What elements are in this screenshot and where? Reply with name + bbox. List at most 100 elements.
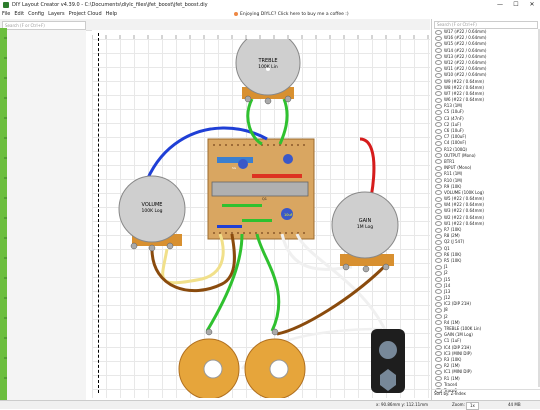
volume-lug-2[interactable] — [148, 244, 156, 252]
visibility-icon[interactable] — [435, 190, 442, 196]
visibility-icon[interactable] — [435, 153, 442, 159]
zoom-select[interactable]: 1x — [466, 402, 479, 410]
green-wire-jack-2[interactable] — [255, 233, 281, 332]
visibility-icon[interactable] — [435, 122, 442, 128]
visibility-icon[interactable] — [435, 48, 442, 54]
visibility-icon[interactable] — [435, 196, 442, 202]
visibility-icon[interactable] — [435, 171, 442, 177]
treble-pot-value: 100K Lin — [258, 64, 278, 70]
visibility-icon[interactable] — [435, 178, 442, 183]
visibility-icon[interactable] — [435, 109, 442, 115]
menu-layers[interactable]: Layers — [46, 10, 67, 19]
visibility-icon[interactable] — [435, 140, 442, 146]
visibility-icon[interactable] — [435, 357, 442, 363]
visibility-icon[interactable] — [435, 66, 442, 72]
visibility-icon[interactable] — [435, 338, 442, 344]
visibility-icon[interactable] — [435, 252, 442, 258]
visibility-icon[interactable] — [435, 314, 442, 320]
ic-chip[interactable] — [211, 181, 309, 197]
visibility-icon[interactable] — [435, 35, 442, 41]
visibility-icon[interactable] — [435, 41, 442, 47]
visibility-icon[interactable] — [435, 258, 442, 264]
visibility-icon[interactable] — [435, 289, 442, 295]
visibility-icon[interactable] — [435, 184, 442, 190]
treble-lug-1[interactable] — [244, 95, 252, 103]
sort-control[interactable]: Sort by: Z-Index — [432, 389, 540, 398]
wire-jumper-2[interactable] — [242, 219, 272, 222]
capacitor-c6[interactable] — [283, 154, 293, 164]
visibility-icon[interactable] — [435, 221, 442, 227]
visibility-icon[interactable] — [435, 147, 442, 153]
maximize-button[interactable]: ☐ — [508, 0, 524, 10]
visibility-icon[interactable] — [435, 85, 442, 91]
visibility-icon[interactable] — [435, 351, 442, 357]
visibility-icon[interactable] — [435, 301, 442, 307]
visibility-icon[interactable] — [435, 283, 442, 289]
visibility-icon[interactable] — [435, 264, 442, 270]
visibility-icon[interactable] — [435, 72, 442, 78]
visibility-icon[interactable] — [435, 165, 442, 171]
circuit-layout[interactable]: 10uF Q1 SG TREBLE 100K Lin VOLUME 100K L… — [92, 39, 430, 398]
visibility-icon[interactable] — [435, 270, 442, 276]
visibility-icon[interactable] — [435, 295, 442, 301]
visibility-icon[interactable] — [435, 79, 442, 84]
visibility-icon[interactable] — [435, 363, 442, 369]
gain-lug-1[interactable] — [342, 263, 350, 271]
menu-project-cloud[interactable]: Project Cloud — [67, 10, 104, 19]
visibility-icon[interactable] — [435, 91, 442, 97]
treble-lug-3[interactable] — [284, 95, 292, 103]
visibility-icon[interactable] — [435, 239, 442, 245]
menu-config[interactable]: Config — [26, 10, 46, 19]
visibility-icon[interactable] — [435, 215, 442, 221]
component-list: W17 (#22 / 0.64mm) W16 (#22 / 0.64mm) W1… — [435, 29, 535, 394]
visibility-icon[interactable] — [435, 332, 442, 338]
palette-search-input[interactable]: Search (F or Ctrl+F) — [2, 21, 86, 30]
visibility-icon[interactable] — [435, 97, 442, 103]
visibility-icon[interactable] — [435, 116, 442, 122]
wire-jumper-3[interactable] — [217, 225, 242, 228]
visibility-icon[interactable] — [435, 159, 442, 165]
minimize-button[interactable]: — — [492, 0, 508, 10]
green-wire-treble-1[interactable] — [246, 98, 263, 146]
capacitor-c5[interactable] — [238, 159, 248, 169]
visibility-icon[interactable] — [435, 382, 442, 388]
gain-lug-2[interactable] — [362, 265, 370, 273]
visibility-icon[interactable] — [435, 134, 442, 140]
visibility-icon[interactable] — [435, 307, 442, 313]
visibility-icon[interactable] — [435, 202, 442, 208]
visibility-icon[interactable] — [435, 376, 442, 381]
treble-lug-2[interactable] — [264, 97, 272, 105]
menu-edit[interactable]: Edit — [12, 10, 26, 19]
volume-lug-3[interactable] — [166, 242, 174, 250]
visibility-icon[interactable] — [435, 29, 442, 35]
visibility-icon[interactable] — [435, 277, 442, 282]
visibility-icon[interactable] — [435, 128, 442, 134]
drawing-canvas[interactable]: 10uF Q1 SG TREBLE 100K Lin VOLUME 100K L… — [92, 39, 430, 398]
menu-help[interactable]: Help — [104, 10, 119, 19]
component-search-input[interactable]: Search (F or Ctrl+F) — [434, 21, 538, 29]
visibility-icon[interactable] — [435, 54, 442, 60]
transistor-label: Q1 — [262, 197, 267, 201]
visibility-icon[interactable] — [435, 233, 442, 239]
menu-file[interactable]: File — [0, 10, 12, 19]
gain-lug-3[interactable] — [382, 263, 390, 271]
visibility-icon[interactable] — [435, 227, 442, 233]
visibility-icon[interactable] — [435, 60, 442, 66]
visibility-icon[interactable] — [435, 208, 442, 214]
visibility-icon[interactable] — [435, 369, 442, 375]
input-jack-hole — [203, 359, 223, 379]
volume-lug-1[interactable] — [130, 242, 138, 250]
donate-banner[interactable]: Enjoying DIYLC? Click here to buy me a c… — [230, 11, 353, 18]
close-button[interactable]: ✕ — [524, 0, 540, 10]
visibility-icon[interactable] — [435, 320, 442, 326]
visibility-icon[interactable] — [435, 103, 442, 109]
app-icon — [3, 2, 9, 8]
green-wire-treble-2[interactable] — [278, 98, 289, 145]
visibility-icon[interactable] — [435, 345, 442, 351]
output-jack-lug[interactable] — [271, 328, 279, 336]
visibility-icon[interactable] — [435, 326, 442, 332]
input-jack-lug[interactable] — [205, 328, 213, 336]
visibility-icon[interactable] — [435, 246, 442, 252]
wire-jumper[interactable] — [222, 204, 262, 207]
brown-wire-2[interactable] — [276, 262, 389, 336]
